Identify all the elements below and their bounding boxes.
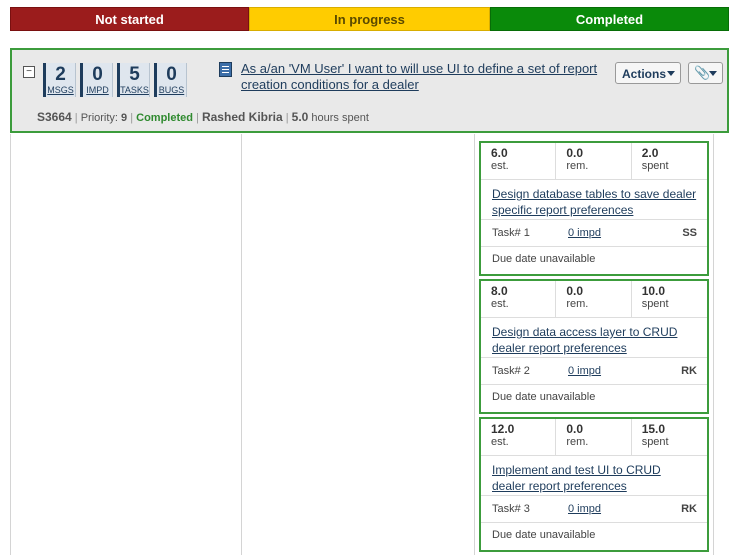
chevron-down-icon: [709, 71, 717, 76]
task-hours: 12.0 est. 0.0 rem. 15.0 spent: [481, 419, 707, 456]
story-id: S3664: [37, 110, 72, 124]
paperclip-icon: 📎: [694, 65, 711, 80]
story-status: Completed: [136, 112, 193, 124]
spent-label: spent: [641, 298, 669, 310]
impediments-count: 0: [92, 64, 103, 85]
story-owner: Rashed Kibria: [201, 110, 283, 124]
task-card[interactable]: 6.0 est. 0.0 rem. 2.0 spent Design database…: [479, 141, 709, 276]
estimate-value: 12.0: [491, 422, 515, 436]
task-title-link[interactable]: Implement and test UI to CRUD dealer rep…: [481, 456, 707, 496]
document-icon: [219, 62, 232, 77]
status-bar: Not started In progress Completed: [10, 7, 729, 31]
task-hours: 6.0 est. 0.0 rem. 2.0 spent: [481, 143, 707, 180]
messages-count: 2: [55, 64, 66, 85]
task-number: Task# 1: [492, 227, 530, 239]
remaining-label: rem.: [566, 298, 589, 310]
tasks-count: 5: [129, 64, 140, 85]
estimate-label: est.: [491, 160, 509, 172]
tasks-label: TASKS: [120, 85, 149, 95]
messages-counter[interactable]: 2 MSGS: [43, 63, 76, 97]
task-owner-initials: SS: [682, 227, 697, 239]
impediments-counter[interactable]: 0 IMPD: [80, 63, 113, 97]
task-owner-initials: RK: [681, 365, 697, 377]
task-card[interactable]: 8.0 est. 0.0 rem. 10.0 spent Design data ac…: [479, 279, 709, 414]
status-column-in-progress: In progress: [249, 7, 490, 31]
task-card[interactable]: 12.0 est. 0.0 rem. 15.0 spent Implement and…: [479, 417, 709, 552]
estimate-value: 6.0: [491, 146, 508, 160]
spent-value: 15.0: [641, 422, 666, 436]
priority-label: Priority:: [80, 112, 118, 124]
estimate-value: 8.0: [491, 284, 508, 298]
story-counters: 2 MSGS 0 IMPD 5 TASKS 0 BUGS: [43, 63, 191, 97]
spent-label: spent: [641, 436, 669, 448]
spent-value: 10.0: [641, 284, 666, 298]
messages-label[interactable]: MSGS: [46, 85, 75, 95]
column-divider: [474, 134, 475, 555]
task-impediments-link[interactable]: 0 impd: [557, 358, 633, 384]
story-meta: S3664 | Priority: 9 | Completed | Rashed…: [37, 110, 369, 124]
collapse-toggle-icon[interactable]: −: [23, 66, 35, 78]
remaining-value: 0.0: [566, 284, 584, 298]
task-due-date: Due date unavailable: [492, 253, 596, 265]
story-title-link[interactable]: As a/an 'VM User' I want to will use UI …: [241, 61, 611, 93]
task-title-link[interactable]: Design database tables to save dealer sp…: [481, 180, 707, 220]
column-divider: [10, 134, 11, 555]
hours-spent-value: 5.0: [291, 110, 309, 124]
remaining-value: 0.0: [566, 146, 584, 160]
priority-value: 9: [121, 112, 128, 124]
estimate-label: est.: [491, 298, 509, 310]
actions-dropdown-button[interactable]: Actions: [615, 62, 681, 84]
remaining-label: rem.: [566, 436, 589, 448]
task-hours: 8.0 est. 0.0 rem. 10.0 spent: [481, 281, 707, 318]
task-due-date: Due date unavailable: [492, 529, 596, 541]
task-owner-initials: RK: [681, 503, 697, 515]
chevron-down-icon: [667, 71, 675, 76]
actions-label: Actions: [622, 67, 667, 81]
bugs-label[interactable]: BUGS: [157, 85, 186, 95]
spent-label: spent: [641, 160, 669, 172]
estimate-label: est.: [491, 436, 509, 448]
hours-spent-label: hours spent: [311, 112, 369, 124]
tasks-counter[interactable]: 5 TASKS: [117, 63, 150, 97]
remaining-label: rem.: [566, 160, 589, 172]
spent-value: 2.0: [641, 146, 659, 160]
status-column-completed: Completed: [490, 7, 729, 31]
task-title-link[interactable]: Design data access layer to CRUD dealer …: [481, 318, 707, 358]
task-impediments-link[interactable]: 0 impd: [557, 220, 633, 246]
status-column-not-started: Not started: [10, 7, 249, 31]
column-divider: [713, 134, 714, 555]
column-divider: [241, 134, 242, 555]
task-number: Task# 2: [492, 365, 530, 377]
task-number: Task# 3: [492, 503, 530, 515]
bugs-count: 0: [166, 64, 177, 85]
task-due-date: Due date unavailable: [492, 391, 596, 403]
task-impediments-link[interactable]: 0 impd: [557, 496, 633, 522]
impediments-label[interactable]: IMPD: [83, 85, 112, 95]
remaining-value: 0.0: [566, 422, 584, 436]
attachment-dropdown-button[interactable]: 📎: [688, 62, 723, 84]
story-card: − 2 MSGS 0 IMPD 5 TASKS 0 BUGS As a/an '…: [10, 48, 729, 133]
bugs-counter[interactable]: 0 BUGS: [154, 63, 187, 97]
